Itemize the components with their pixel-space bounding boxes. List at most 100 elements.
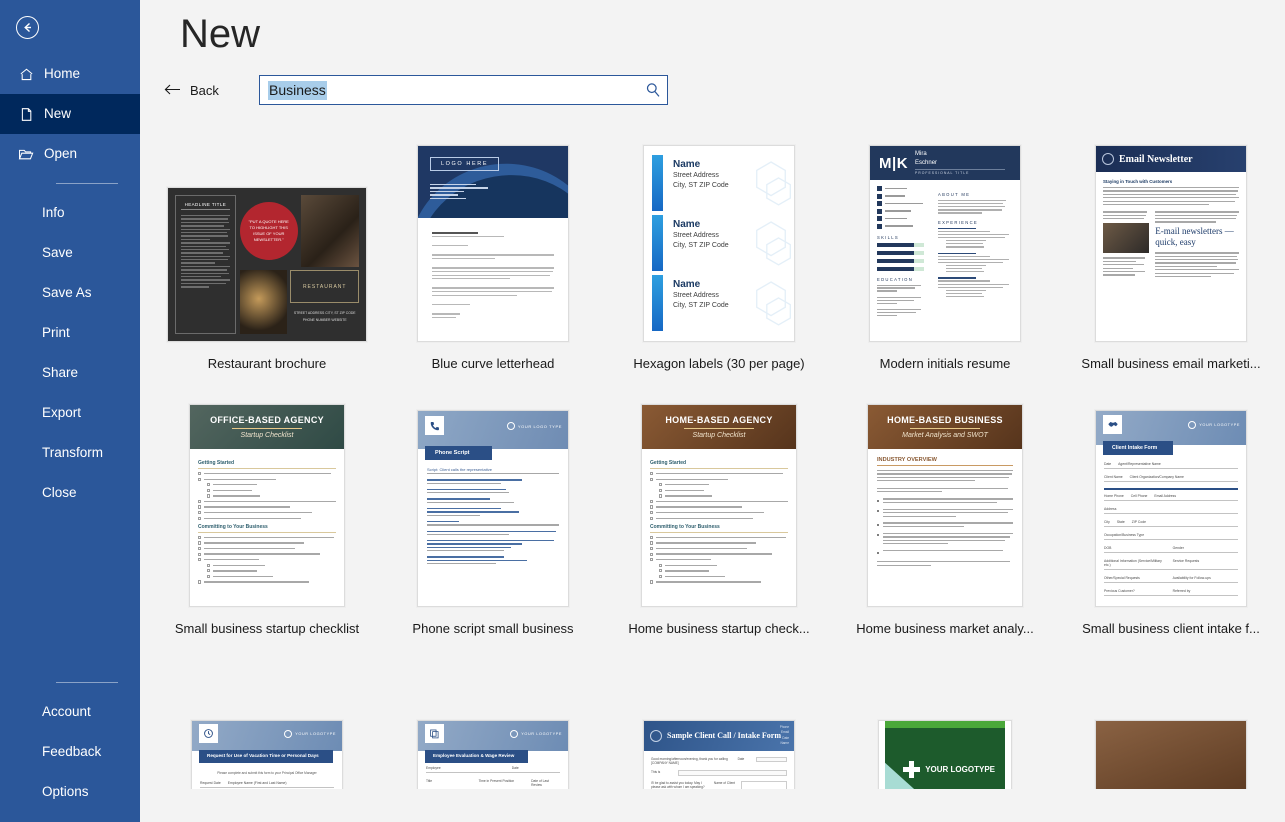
sidebar-item-account[interactable]: Account xyxy=(0,692,140,732)
template-tile[interactable]: Sample Client Call / Intake Form Phone Em… xyxy=(606,657,832,789)
checkbox-icon[interactable] xyxy=(650,499,654,504)
checkbox-icon[interactable] xyxy=(207,569,211,573)
template-tile[interactable]: YOUR LOGOTYPE Request for Use of Vacatio… xyxy=(154,657,380,789)
template-tile[interactable]: M|K Mira Eschner PROFESSIONAL TITLE SKIL… xyxy=(832,127,1058,392)
checkbox-icon[interactable] xyxy=(650,472,654,476)
template-tile[interactable]: YOUR LOGOTYPE Employee Evaluation & Wage… xyxy=(380,657,606,789)
checkbox-icon[interactable] xyxy=(659,574,663,579)
checkbox-icon[interactable] xyxy=(650,511,654,515)
checkbox-icon[interactable] xyxy=(650,516,654,520)
checklist-subtitle: Startup Checklist xyxy=(692,432,746,440)
template-tile[interactable]: YOUR LOGO TYPE Phone Script Script: Clie… xyxy=(380,392,606,657)
back-link-label: Back xyxy=(190,82,219,98)
checkbox-icon[interactable] xyxy=(659,483,663,487)
template-tile[interactable]: OFFICE-BASED AGENCY Startup Checklist Ge… xyxy=(154,392,380,657)
brochure-logo: RESTAURANT xyxy=(290,270,359,304)
newsletter-photo xyxy=(1103,223,1150,254)
thumbnail-wrap: YOUR LOGOTYPE Employee Evaluation & Wage… xyxy=(380,657,606,789)
sidebar-item-options[interactable]: Options xyxy=(0,772,140,812)
sidebar-item-label: Home xyxy=(44,66,81,82)
sidebar-item-info[interactable]: Info xyxy=(0,193,140,233)
thumbnail-wrap: M|K Mira Eschner PROFESSIONAL TITLE SKIL… xyxy=(832,127,1058,342)
template-tile[interactable]: YOUR LOGOTYPE xyxy=(832,657,1058,789)
checkbox-icon[interactable] xyxy=(198,546,202,551)
bullet-icon xyxy=(877,523,879,526)
checkbox-icon[interactable] xyxy=(650,558,654,562)
bullet-icon xyxy=(877,534,879,537)
checkbox-icon[interactable] xyxy=(198,499,202,504)
template-thumbnail: HEADLINE TITLE "PUT A QUOTE HERE TO HIGH… xyxy=(167,187,367,342)
template-label: Small business client intake f... xyxy=(1082,621,1260,636)
sidebar-item-print[interactable]: Print xyxy=(0,313,140,353)
checkbox-icon[interactable] xyxy=(198,477,202,481)
checkbox-icon[interactable] xyxy=(659,563,663,567)
checkbox-icon[interactable] xyxy=(650,580,654,584)
checklist-section-1: Getting Started xyxy=(650,460,788,469)
checkbox-icon[interactable] xyxy=(198,552,202,556)
checkbox-icon[interactable] xyxy=(198,580,202,584)
template-label: Modern initials resume xyxy=(879,356,1011,371)
eval-logo: YOUR LOGOTYPE xyxy=(510,730,562,738)
checkbox-icon[interactable] xyxy=(650,535,654,539)
brochure-left-panel: HEADLINE TITLE xyxy=(175,195,236,334)
checkbox-icon[interactable] xyxy=(650,552,654,556)
green-canvas: YOUR LOGOTYPE xyxy=(885,721,1005,789)
sidebar-item-home[interactable]: Home xyxy=(0,54,140,94)
thumbnail-wrap: OFFICE-BASED AGENCY Startup Checklist Ge… xyxy=(154,392,380,607)
sidebar-item-save-as[interactable]: Save As xyxy=(0,273,140,313)
sidebar-item-save[interactable]: Save xyxy=(0,233,140,273)
sidebar-item-open[interactable]: Open xyxy=(0,134,140,174)
template-tile[interactable]: Name Street Address City, ST ZIP Code Na… xyxy=(606,127,832,392)
checkbox-icon[interactable] xyxy=(198,535,202,539)
checkbox-icon[interactable] xyxy=(198,511,202,515)
sidebar-item-share[interactable]: Share xyxy=(0,353,140,393)
template-tile[interactable]: YOUR LOGOTYPE Client Intake Form Date Age… xyxy=(1058,392,1284,657)
sidebar-item-feedback[interactable]: Feedback xyxy=(0,732,140,772)
template-tile[interactable]: Email Newsletter Staying in Touch with C… xyxy=(1058,127,1284,392)
sidebar-item-transform[interactable]: Transform xyxy=(0,433,140,473)
resume-subtitle: PROFESSIONAL TITLE xyxy=(915,168,1006,176)
template-tile[interactable]: HOME-BASED BUSINESS Market Analysis and … xyxy=(832,392,1058,657)
checkbox-icon[interactable] xyxy=(207,488,211,492)
checkbox-icon[interactable] xyxy=(198,541,202,545)
resume-initials: M|K xyxy=(879,154,909,172)
template-tile[interactable]: HEADLINE TITLE "PUT A QUOTE HERE TO HIGH… xyxy=(154,127,380,392)
newsletter-seal-icon xyxy=(1102,153,1114,165)
sidebar-item-export[interactable]: Export xyxy=(0,393,140,433)
checkbox-icon[interactable] xyxy=(198,472,202,476)
thumbnail-wrap: Email Newsletter Staying in Touch with C… xyxy=(1058,127,1284,342)
checkbox-icon[interactable] xyxy=(650,505,654,509)
office-backstage-window: Home New Open Info Save Save As Print Sh… xyxy=(0,0,1285,822)
overview-rule xyxy=(910,427,980,430)
template-tile[interactable]: HOME-BASED AGENCY Startup Checklist Gett… xyxy=(606,392,832,657)
template-tile[interactable]: HOME BASED xyxy=(1058,657,1284,789)
checkbox-icon[interactable] xyxy=(198,505,202,509)
home-icon xyxy=(18,66,34,82)
checkbox-icon[interactable] xyxy=(207,483,211,487)
thumbnail-wrap: Name Street Address City, ST ZIP Code Na… xyxy=(606,127,832,342)
back-link[interactable]: Back xyxy=(164,83,259,98)
checkbox-icon[interactable] xyxy=(659,488,663,492)
handshake-icon xyxy=(1103,415,1122,434)
checkbox-icon[interactable] xyxy=(659,569,663,573)
checkbox-icon[interactable] xyxy=(198,516,202,520)
checkbox-icon[interactable] xyxy=(650,477,654,481)
sidebar-item-new[interactable]: New xyxy=(0,94,140,134)
checkbox-icon[interactable] xyxy=(207,574,211,579)
back-button[interactable] xyxy=(0,0,140,54)
search-magnifier-icon[interactable] xyxy=(645,82,661,98)
resume-experience-heading: EXPERIENCE xyxy=(938,219,978,225)
checkbox-icon[interactable] xyxy=(207,563,211,567)
checkbox-icon[interactable] xyxy=(650,546,654,551)
sidebar-item-close[interactable]: Close xyxy=(0,473,140,513)
template-tile[interactable]: LOGO HERE Blue curve letterhead xyxy=(380,127,606,392)
checkbox-icon[interactable] xyxy=(650,541,654,545)
search-input-value: Business xyxy=(268,80,327,100)
thumbnail-wrap: HOME-BASED BUSINESS Market Analysis and … xyxy=(832,392,1058,607)
overview-section-heading: INDUSTRY OVERVIEW xyxy=(877,457,1013,466)
checkbox-icon[interactable] xyxy=(659,494,663,498)
checkbox-icon[interactable] xyxy=(198,558,202,562)
checkbox-icon[interactable] xyxy=(207,494,211,498)
search-input[interactable]: Business xyxy=(259,75,668,105)
logo-ring-icon xyxy=(506,422,515,430)
